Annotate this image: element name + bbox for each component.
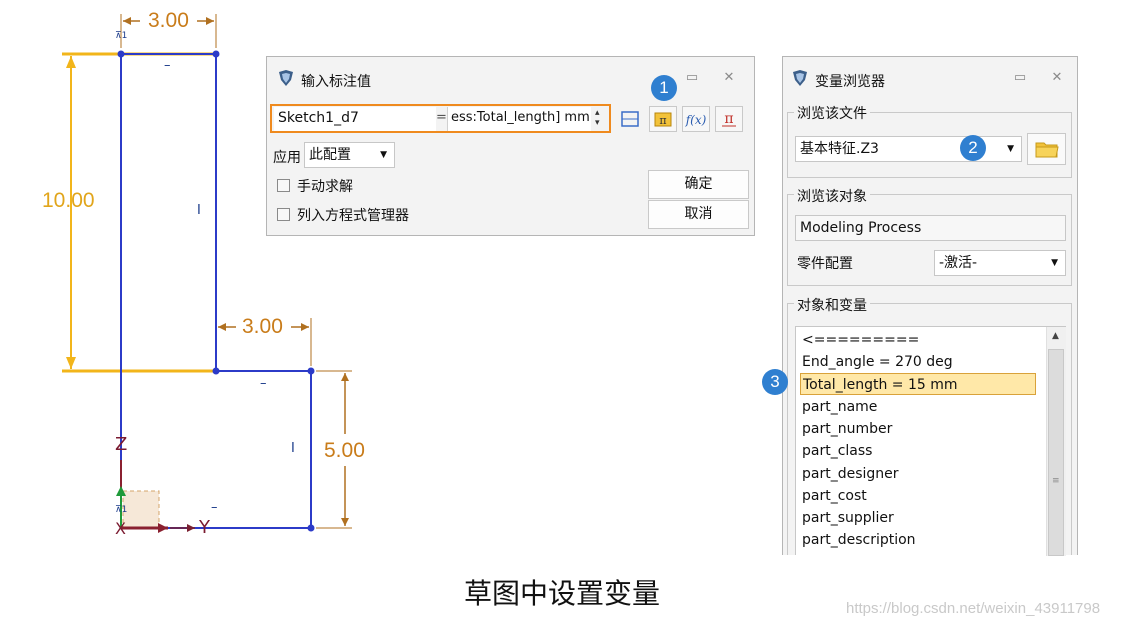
- list-item[interactable]: part_cost: [800, 485, 1036, 507]
- chevron-down-icon: ▼: [1051, 258, 1058, 268]
- part-config-value: -激活-: [939, 255, 978, 271]
- apply-config-select[interactable]: 此配置 ▼: [304, 142, 395, 168]
- coincident-constraint-icon: ⊼1: [115, 31, 128, 41]
- close-icon[interactable]: ✕: [1048, 70, 1066, 86]
- dialog-title: 输入标注值: [301, 74, 371, 90]
- dim-top-width[interactable]: 3.00: [148, 9, 189, 33]
- variable-list[interactable]: <========= End_angle = 270 deg Total_len…: [795, 326, 1066, 556]
- dim-height-right[interactable]: 5.00: [324, 439, 365, 463]
- equals-sign: =: [436, 110, 447, 125]
- horizontal-constraint-icon: –: [260, 376, 267, 391]
- browse-file-label: 浏览该文件: [794, 103, 870, 123]
- coincident-constraint-icon: ⊼1: [115, 505, 128, 515]
- folder-icon: [1035, 142, 1059, 158]
- cancel-button[interactable]: 取消: [648, 200, 749, 229]
- spinner-arrows-icon[interactable]: ▴ ▾: [595, 108, 600, 128]
- y-axis-label: Y: [199, 517, 210, 538]
- pin-icon[interactable]: ▭: [683, 70, 701, 86]
- add-to-equation-manager-label: 列入方程式管理器: [297, 208, 409, 224]
- x-axis-label: X: [115, 519, 126, 538]
- add-to-equation-manager-checkbox[interactable]: [277, 208, 290, 221]
- zw3d-logo-icon: [279, 70, 293, 86]
- horizontal-constraint-icon: –: [211, 500, 218, 515]
- svg-text:f(x): f(x): [685, 113, 707, 127]
- manual-solve-checkbox[interactable]: [277, 179, 290, 192]
- apply-label: 应用: [273, 150, 301, 166]
- dim-mid-width[interactable]: 3.00: [242, 315, 283, 339]
- callout-badge-1: 1: [651, 75, 677, 101]
- scroll-up-icon[interactable]: ▲: [1052, 331, 1059, 341]
- vertical-constraint-icon: I: [197, 203, 201, 218]
- list-item[interactable]: <=========: [800, 329, 1036, 351]
- scrollbar[interactable]: ▲ ≡: [1046, 327, 1066, 556]
- list-item[interactable]: part_class: [800, 440, 1036, 462]
- dimension-input-dialog: 输入标注值 ▭ ✕ 1 Sketch1_d7 = ess:Total_lengt…: [266, 56, 755, 236]
- apply-config-value: 此配置: [309, 147, 351, 163]
- dimension-expression-field[interactable]: ess:Total_length] mm: [447, 107, 591, 131]
- browse-object-label: 浏览该对象: [794, 186, 870, 206]
- horizontal-constraint-icon: –: [164, 58, 171, 73]
- list-item-selected[interactable]: Total_length = 15 mm: [800, 373, 1036, 395]
- objects-variables-label: 对象和变量: [794, 295, 870, 315]
- z-axis-label: Z: [115, 434, 128, 455]
- list-item[interactable]: End_angle = 270 deg: [800, 351, 1036, 373]
- manual-solve-label: 手动求解: [297, 179, 353, 195]
- object-field[interactable]: Modeling Process: [795, 215, 1066, 241]
- file-select-value: 基本特征.Z3: [800, 141, 879, 157]
- function-icon[interactable]: f(x): [682, 106, 710, 132]
- dimension-name-field[interactable]: Sketch1_d7: [274, 107, 436, 131]
- svg-text:π: π: [724, 111, 733, 127]
- watermark: https://blog.csdn.net/weixin_43911798: [846, 600, 1101, 617]
- close-icon[interactable]: ✕: [720, 70, 738, 86]
- vertical-constraint-icon: I: [291, 441, 295, 456]
- list-item[interactable]: part_description: [800, 529, 1036, 551]
- scrollbar-thumb[interactable]: ≡: [1048, 349, 1064, 556]
- part-config-select[interactable]: -激活- ▼: [934, 250, 1066, 276]
- file-select[interactable]: 基本特征.Z3 ▼: [795, 136, 1022, 162]
- dimension-type-icon[interactable]: [616, 106, 644, 132]
- ok-button[interactable]: 确定: [648, 170, 749, 199]
- svg-text:π: π: [659, 114, 666, 127]
- callout-badge-2: 2: [960, 135, 986, 161]
- list-item[interactable]: part_number: [800, 418, 1036, 440]
- pi-constant-icon[interactable]: π: [715, 106, 743, 132]
- grip-icon: ≡: [1052, 476, 1060, 486]
- part-config-label: 零件配置: [797, 256, 853, 272]
- chevron-down-icon: ▼: [380, 150, 387, 160]
- open-folder-button[interactable]: [1027, 133, 1066, 165]
- pin-icon[interactable]: ▭: [1011, 70, 1029, 86]
- list-item[interactable]: part_designer: [800, 463, 1036, 485]
- variable-browser-button[interactable]: π: [649, 106, 677, 132]
- dim-height-left[interactable]: 10.00: [42, 189, 95, 213]
- variable-browser-panel: 变量浏览器 ▭ ✕ 浏览该文件 基本特征.Z3 ▼ 2 浏览该对象 Modeli…: [762, 56, 1078, 556]
- list-item[interactable]: part_name: [800, 396, 1036, 418]
- list-item[interactable]: part_supplier: [800, 507, 1036, 529]
- panel-title: 变量浏览器: [815, 74, 885, 90]
- chevron-down-icon: ▼: [1007, 144, 1014, 154]
- zw3d-logo-icon: [793, 70, 807, 86]
- callout-badge-3: 3: [762, 369, 788, 395]
